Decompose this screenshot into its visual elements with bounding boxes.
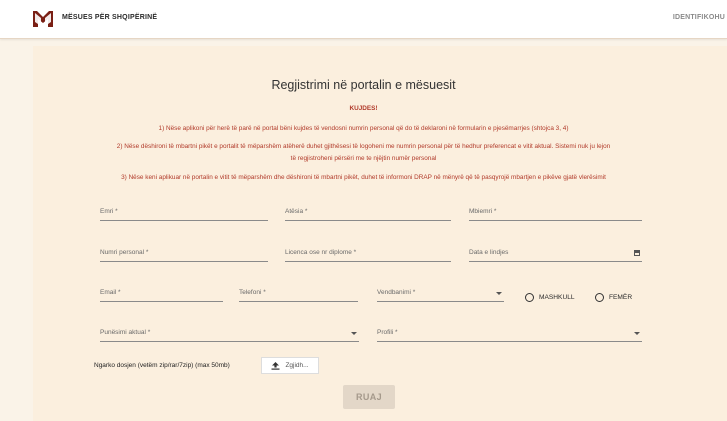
employment-label: Punësimi aktual *	[100, 329, 151, 336]
father-name-field[interactable]: Atësia *	[285, 208, 451, 221]
first-name-field[interactable]: Emri *	[100, 208, 268, 221]
note-2-continued: të regjistroheni përsëri me te njëjtin n…	[290, 155, 437, 162]
gender-female-label: FEMËR	[609, 293, 633, 301]
brand-name[interactable]: MËSUES PËR SHQIPËRINË	[62, 14, 157, 21]
residence-label: Vendbanimi *	[377, 289, 416, 296]
note-3: 3) Nëse keni aplikuar në portalin e viti…	[121, 174, 606, 181]
login-link[interactable]: IDENTIFIKOHU	[673, 14, 725, 21]
chevron-down-icon	[634, 332, 640, 335]
phone-label: Telefoni *	[239, 289, 266, 296]
upload-label: Ngarko dosjen (vetëm zip/rar/7zip) (max …	[94, 362, 230, 369]
residence-select[interactable]: Vendbanimi *	[377, 289, 504, 302]
logo-icon[interactable]	[32, 10, 54, 28]
license-field[interactable]: Licenca ose nr diplome *	[285, 249, 451, 262]
save-button[interactable]: RUAJ	[343, 385, 395, 409]
birthdate-label: Data e lindjes	[469, 249, 509, 256]
email-field[interactable]: Email *	[100, 289, 223, 302]
last-name-label: Mbiemri *	[469, 208, 497, 215]
chevron-down-icon	[496, 292, 502, 295]
note-2: 2) Nëse dëshironi të mbartni pikët e por…	[116, 143, 611, 150]
gender-male-label: MASHKULL	[539, 293, 575, 301]
email-label: Email *	[100, 289, 121, 296]
page-title: Regjistrimi në portalin e mësuesit	[271, 78, 456, 92]
employment-select[interactable]: Punësimi aktual *	[100, 329, 359, 342]
gender-female-radio[interactable]: FEMËR	[595, 292, 632, 302]
phone-field[interactable]: Telefoni *	[239, 289, 358, 302]
choose-file-label: Zgjidh...	[285, 362, 309, 369]
license-label: Licenca ose nr diplome *	[285, 249, 357, 256]
radio-circle-icon	[595, 292, 604, 302]
profile-label: Profili *	[377, 329, 398, 336]
first-name-label: Emri *	[100, 208, 118, 215]
birthdate-field[interactable]: Data e lindjes	[469, 249, 642, 262]
personal-number-label: Numri personal *	[100, 249, 149, 256]
warning-heading: KUJDES!	[349, 105, 378, 112]
personal-number-field[interactable]: Numri personal *	[100, 249, 268, 262]
gender-male-radio[interactable]: MASHKULL	[525, 292, 575, 302]
note-1: 1) Nëse aplikoni për herë të parë në por…	[158, 125, 569, 132]
top-navbar: MËSUES PËR SHQIPËRINË IDENTIFIKOHU	[0, 0, 727, 39]
profile-select[interactable]: Profili *	[377, 329, 642, 342]
radio-circle-icon	[525, 292, 534, 302]
choose-file-button[interactable]: Zgjidh...	[261, 357, 319, 374]
last-name-field[interactable]: Mbiemri *	[469, 208, 642, 221]
chevron-down-icon	[351, 332, 357, 335]
father-name-label: Atësia *	[285, 208, 308, 215]
calendar-icon[interactable]	[634, 250, 640, 256]
upload-icon	[271, 361, 280, 370]
